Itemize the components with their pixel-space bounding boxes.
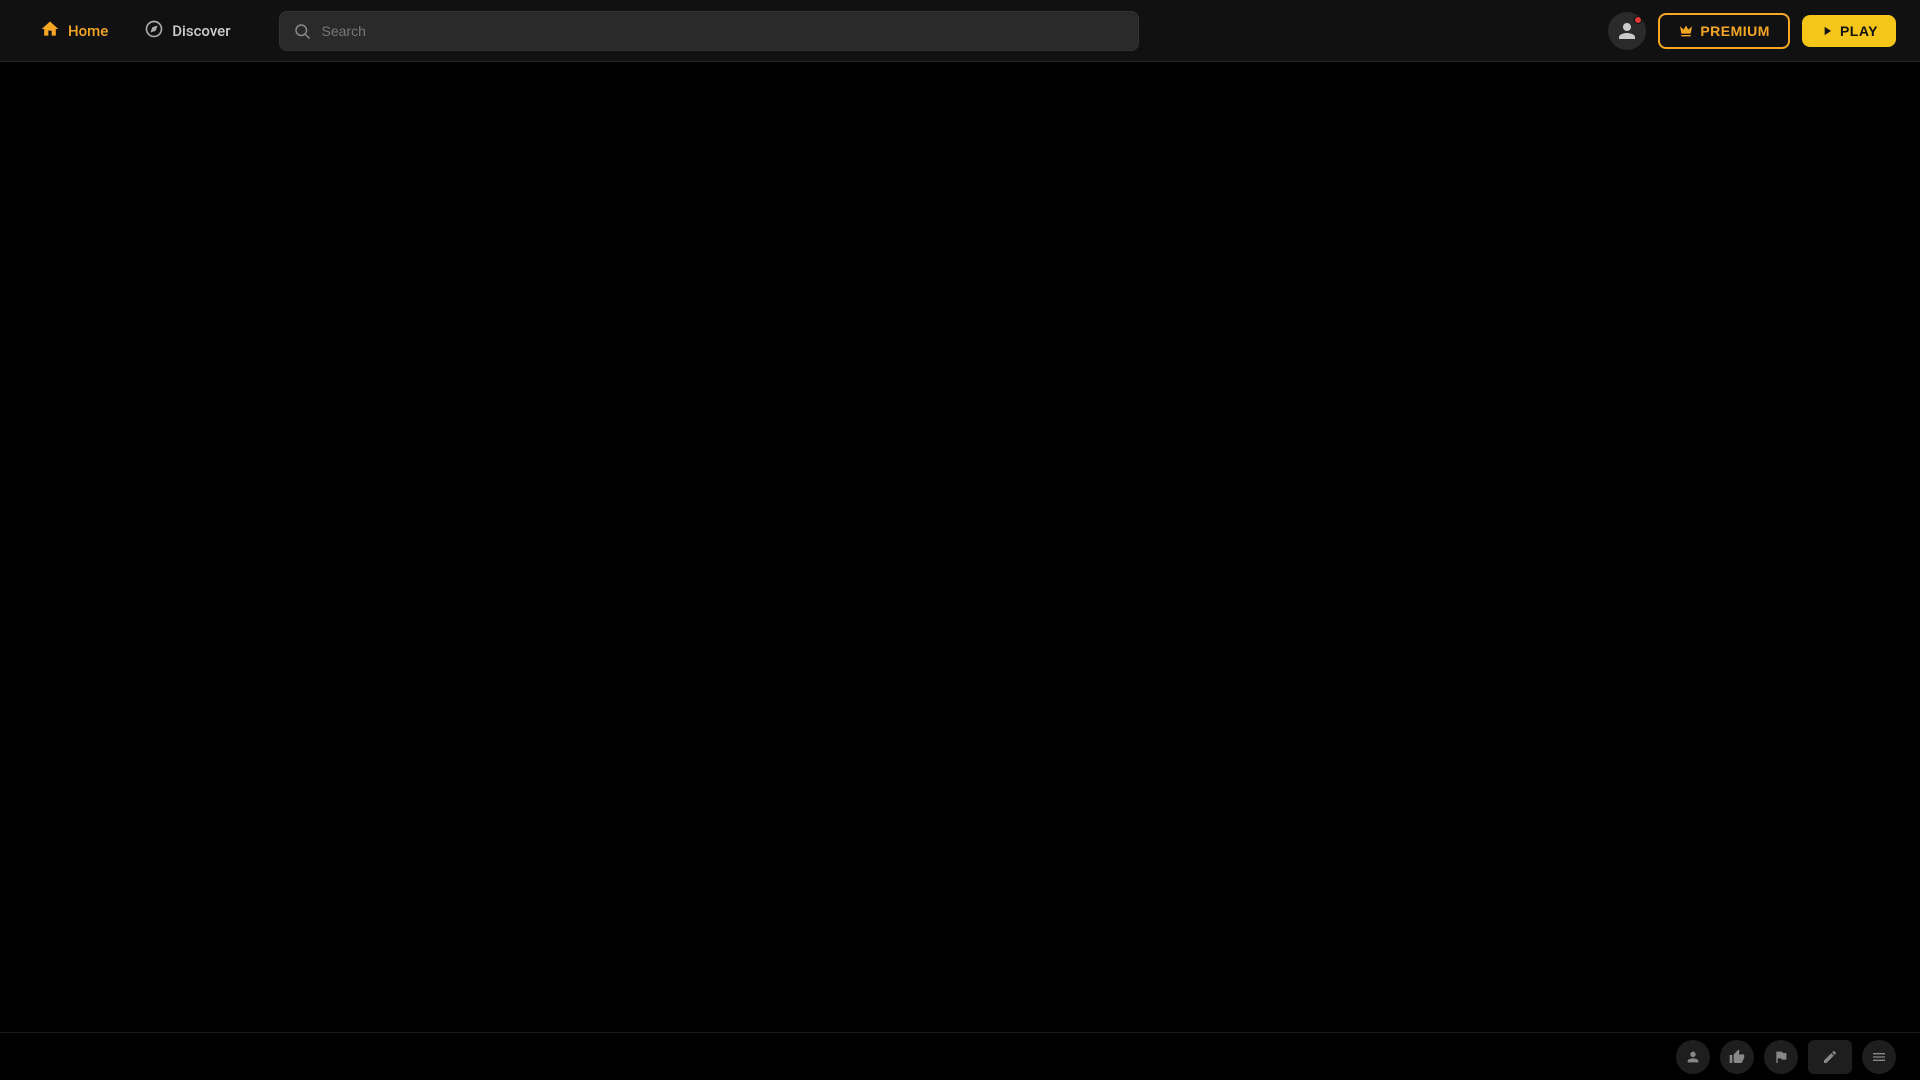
notification-dot [1634,16,1642,24]
play-icon [1820,24,1834,38]
discover-icon [144,19,164,43]
footer-menu-button[interactable] [1862,1040,1896,1074]
footer-person-button[interactable] [1676,1040,1710,1074]
user-avatar-button[interactable] [1608,12,1646,50]
flag-icon [1773,1049,1789,1065]
nav-item-discover[interactable]: Discover [128,11,246,51]
premium-button[interactable]: PREMIUM [1658,13,1790,49]
search-container [279,11,1139,51]
premium-icon [1678,23,1694,39]
play-button[interactable]: PLAY [1802,15,1896,47]
navbar: Home Discover [0,0,1920,62]
menu-icon [1871,1049,1887,1065]
user-icon [1617,21,1637,41]
footer-text-button[interactable] [1808,1040,1852,1074]
premium-button-label: PREMIUM [1700,23,1770,39]
nav-discover-label: Discover [172,22,230,40]
thumbs-icon [1729,1049,1745,1065]
home-icon [40,19,60,43]
nav-home-label: Home [68,22,108,40]
main-content [0,62,1920,1080]
footer-thumbs-button[interactable] [1720,1040,1754,1074]
footer-flag-button[interactable] [1764,1040,1798,1074]
play-button-label: PLAY [1840,23,1878,39]
nav-item-home[interactable]: Home [24,11,124,51]
text-icon [1822,1049,1838,1065]
person-icon [1685,1049,1701,1065]
search-input[interactable] [279,11,1139,51]
nav-left: Home Discover [24,11,247,51]
footer [0,1032,1920,1080]
search-input-wrapper [279,11,1139,51]
nav-right: PREMIUM PLAY [1608,12,1896,50]
